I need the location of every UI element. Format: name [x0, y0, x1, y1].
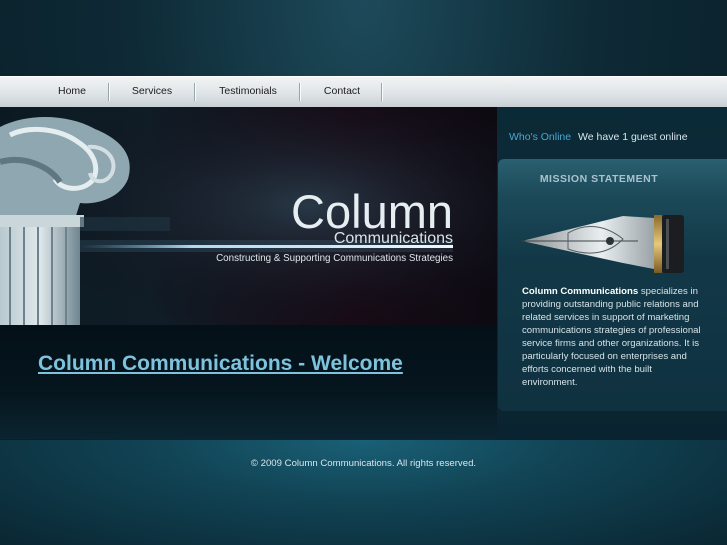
welcome-heading-link[interactable]: Column Communications - Welcome: [38, 352, 403, 376]
footer-copyright: © 2009 Column Communications. All rights…: [250, 458, 477, 469]
mission-statement-text: Column Communications specializes in pro…: [522, 285, 702, 389]
whos-online-label: Who's Online: [509, 131, 572, 143]
nav-testimonials[interactable]: Testimonials: [204, 77, 292, 107]
main-content: [0, 325, 497, 439]
whos-online: Who's Online We have 1 guest online: [509, 131, 688, 143]
nav-services[interactable]: Services: [118, 77, 186, 107]
nav-divider: [108, 83, 109, 101]
nav-contact[interactable]: Contact: [309, 77, 375, 107]
main-nav: Home Services Testimonials Contact: [0, 76, 727, 108]
banner-graphic: Column Communications Constructing & Sup…: [0, 107, 497, 325]
mission-statement-title: MISSION STATEMENT: [539, 173, 659, 185]
nav-home[interactable]: Home: [42, 77, 102, 107]
nav-divider: [299, 83, 300, 101]
footer-band: [0, 440, 727, 545]
banner-subtitle: Communications: [334, 230, 453, 247]
header-banner: Column Communications Constructing & Sup…: [0, 107, 497, 325]
mission-company-name: Column Communications: [522, 286, 639, 297]
nav-divider: [381, 83, 382, 101]
whos-online-text: We have 1 guest online: [578, 131, 688, 143]
mission-body: specializes in providing outstanding pub…: [522, 286, 701, 388]
banner-tagline: Constructing & Supporting Communications…: [216, 253, 453, 264]
nav-divider: [194, 83, 195, 101]
